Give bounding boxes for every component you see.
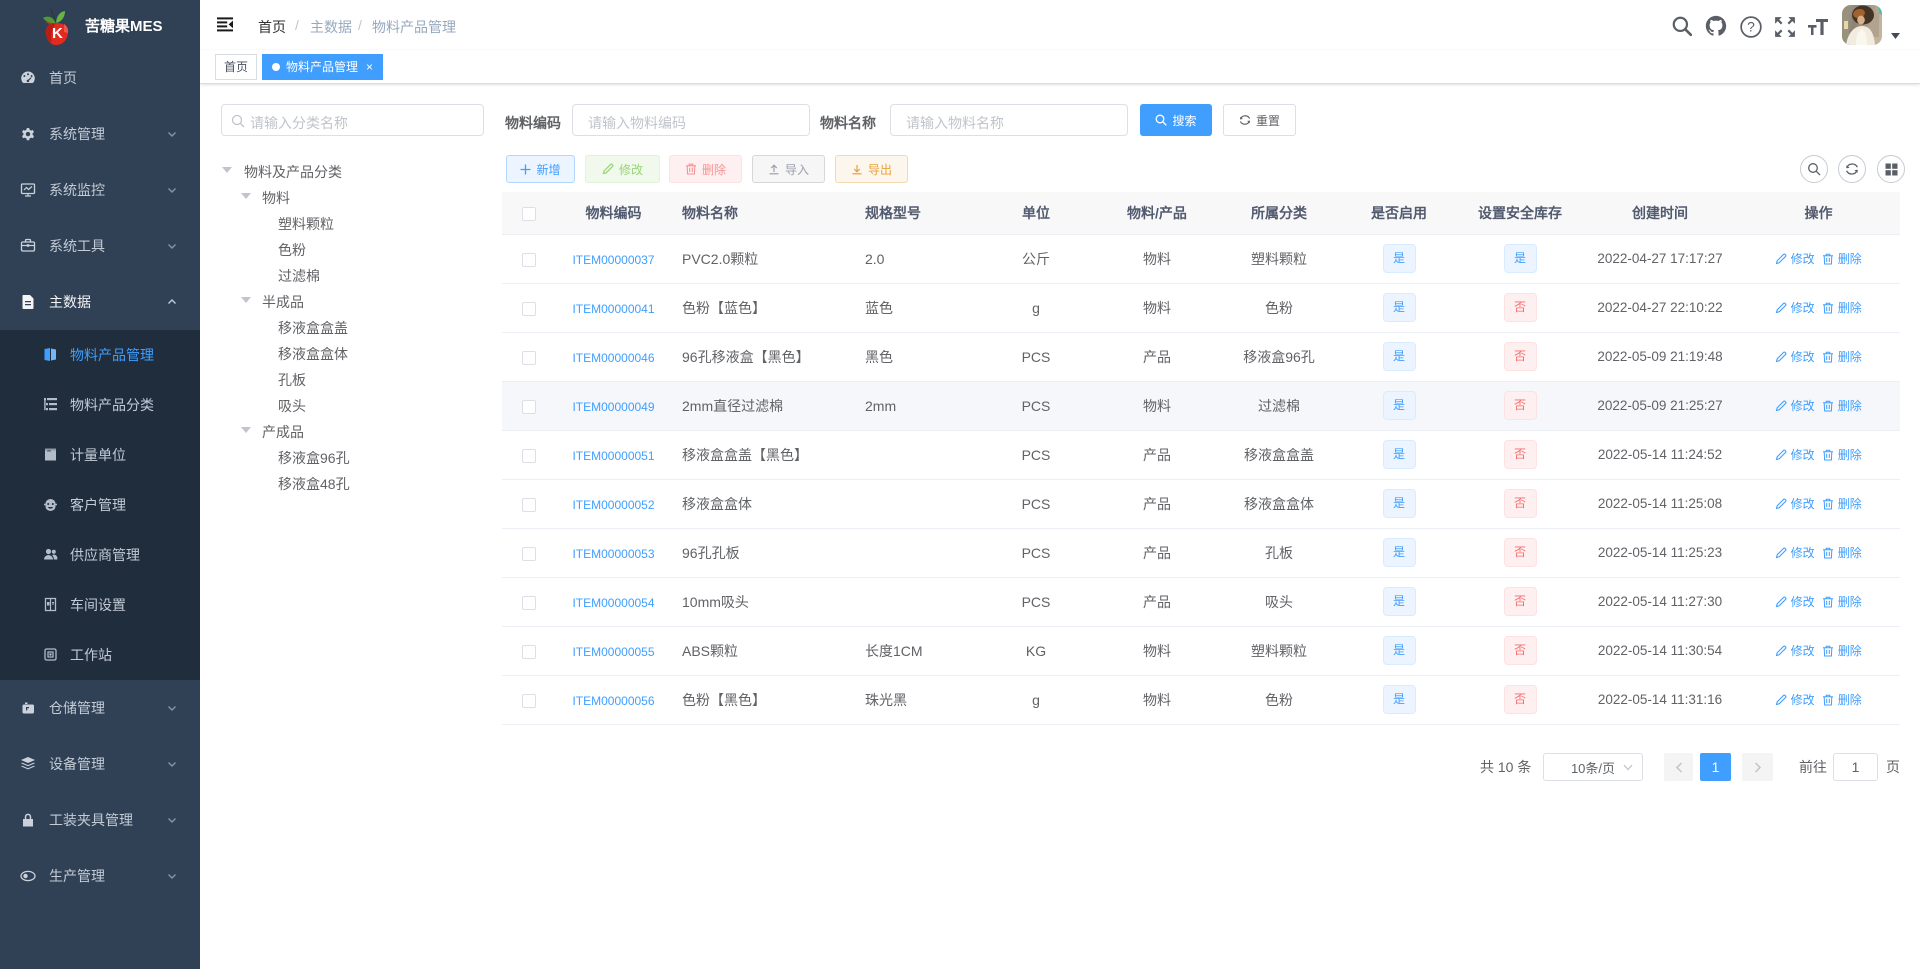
svg-text:?: ?	[1747, 19, 1755, 35]
svg-text:K: K	[52, 25, 63, 42]
